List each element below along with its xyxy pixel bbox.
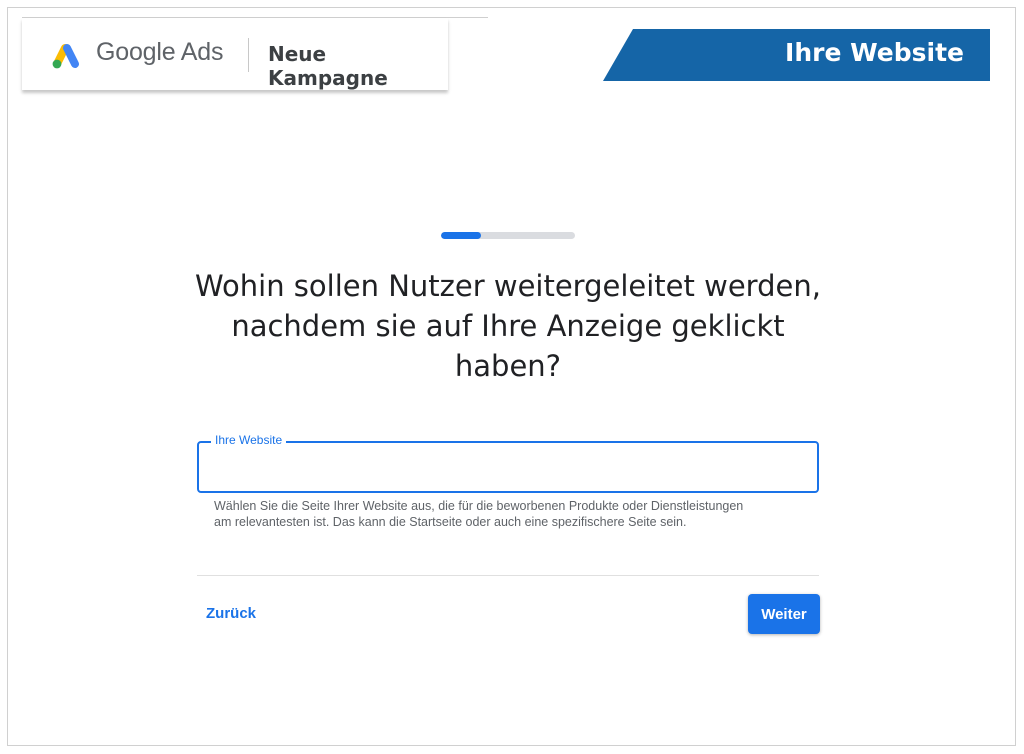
progress-bar-fill xyxy=(441,232,482,239)
website-input[interactable] xyxy=(199,443,817,491)
progress-bar xyxy=(441,232,575,239)
website-helper-text: Wählen Sie die Seite Ihrer Website aus, … xyxy=(214,498,814,530)
question-heading: Wohin sollen Nutzer weitergeleitet werde… xyxy=(170,266,846,386)
section-banner: Ihre Website xyxy=(603,29,990,81)
google-ads-logo-icon xyxy=(52,44,79,69)
helper-line: Wählen Sie die Seite Ihrer Website aus, … xyxy=(214,499,744,513)
website-field[interactable]: Ihre Website xyxy=(197,433,819,493)
brand-name: Google Ads xyxy=(96,38,224,66)
banner-title: Ihre Website xyxy=(785,38,964,67)
back-button[interactable]: Zurück xyxy=(206,605,256,622)
next-button[interactable]: Weiter xyxy=(748,594,820,634)
footer-divider xyxy=(197,575,819,576)
app-header: Google Ads Neue Kampagne xyxy=(22,18,448,90)
header-divider xyxy=(248,38,249,72)
question-line: haben? xyxy=(454,349,562,383)
helper-line: am relevantesten ist. Das kann die Start… xyxy=(214,515,687,529)
page-title: Neue Kampagne xyxy=(268,42,388,90)
question-line: Wohin sollen Nutzer weitergeleitet werde… xyxy=(195,269,821,303)
question-line: nachdem sie auf Ihre Anzeige geklickt xyxy=(231,309,785,343)
